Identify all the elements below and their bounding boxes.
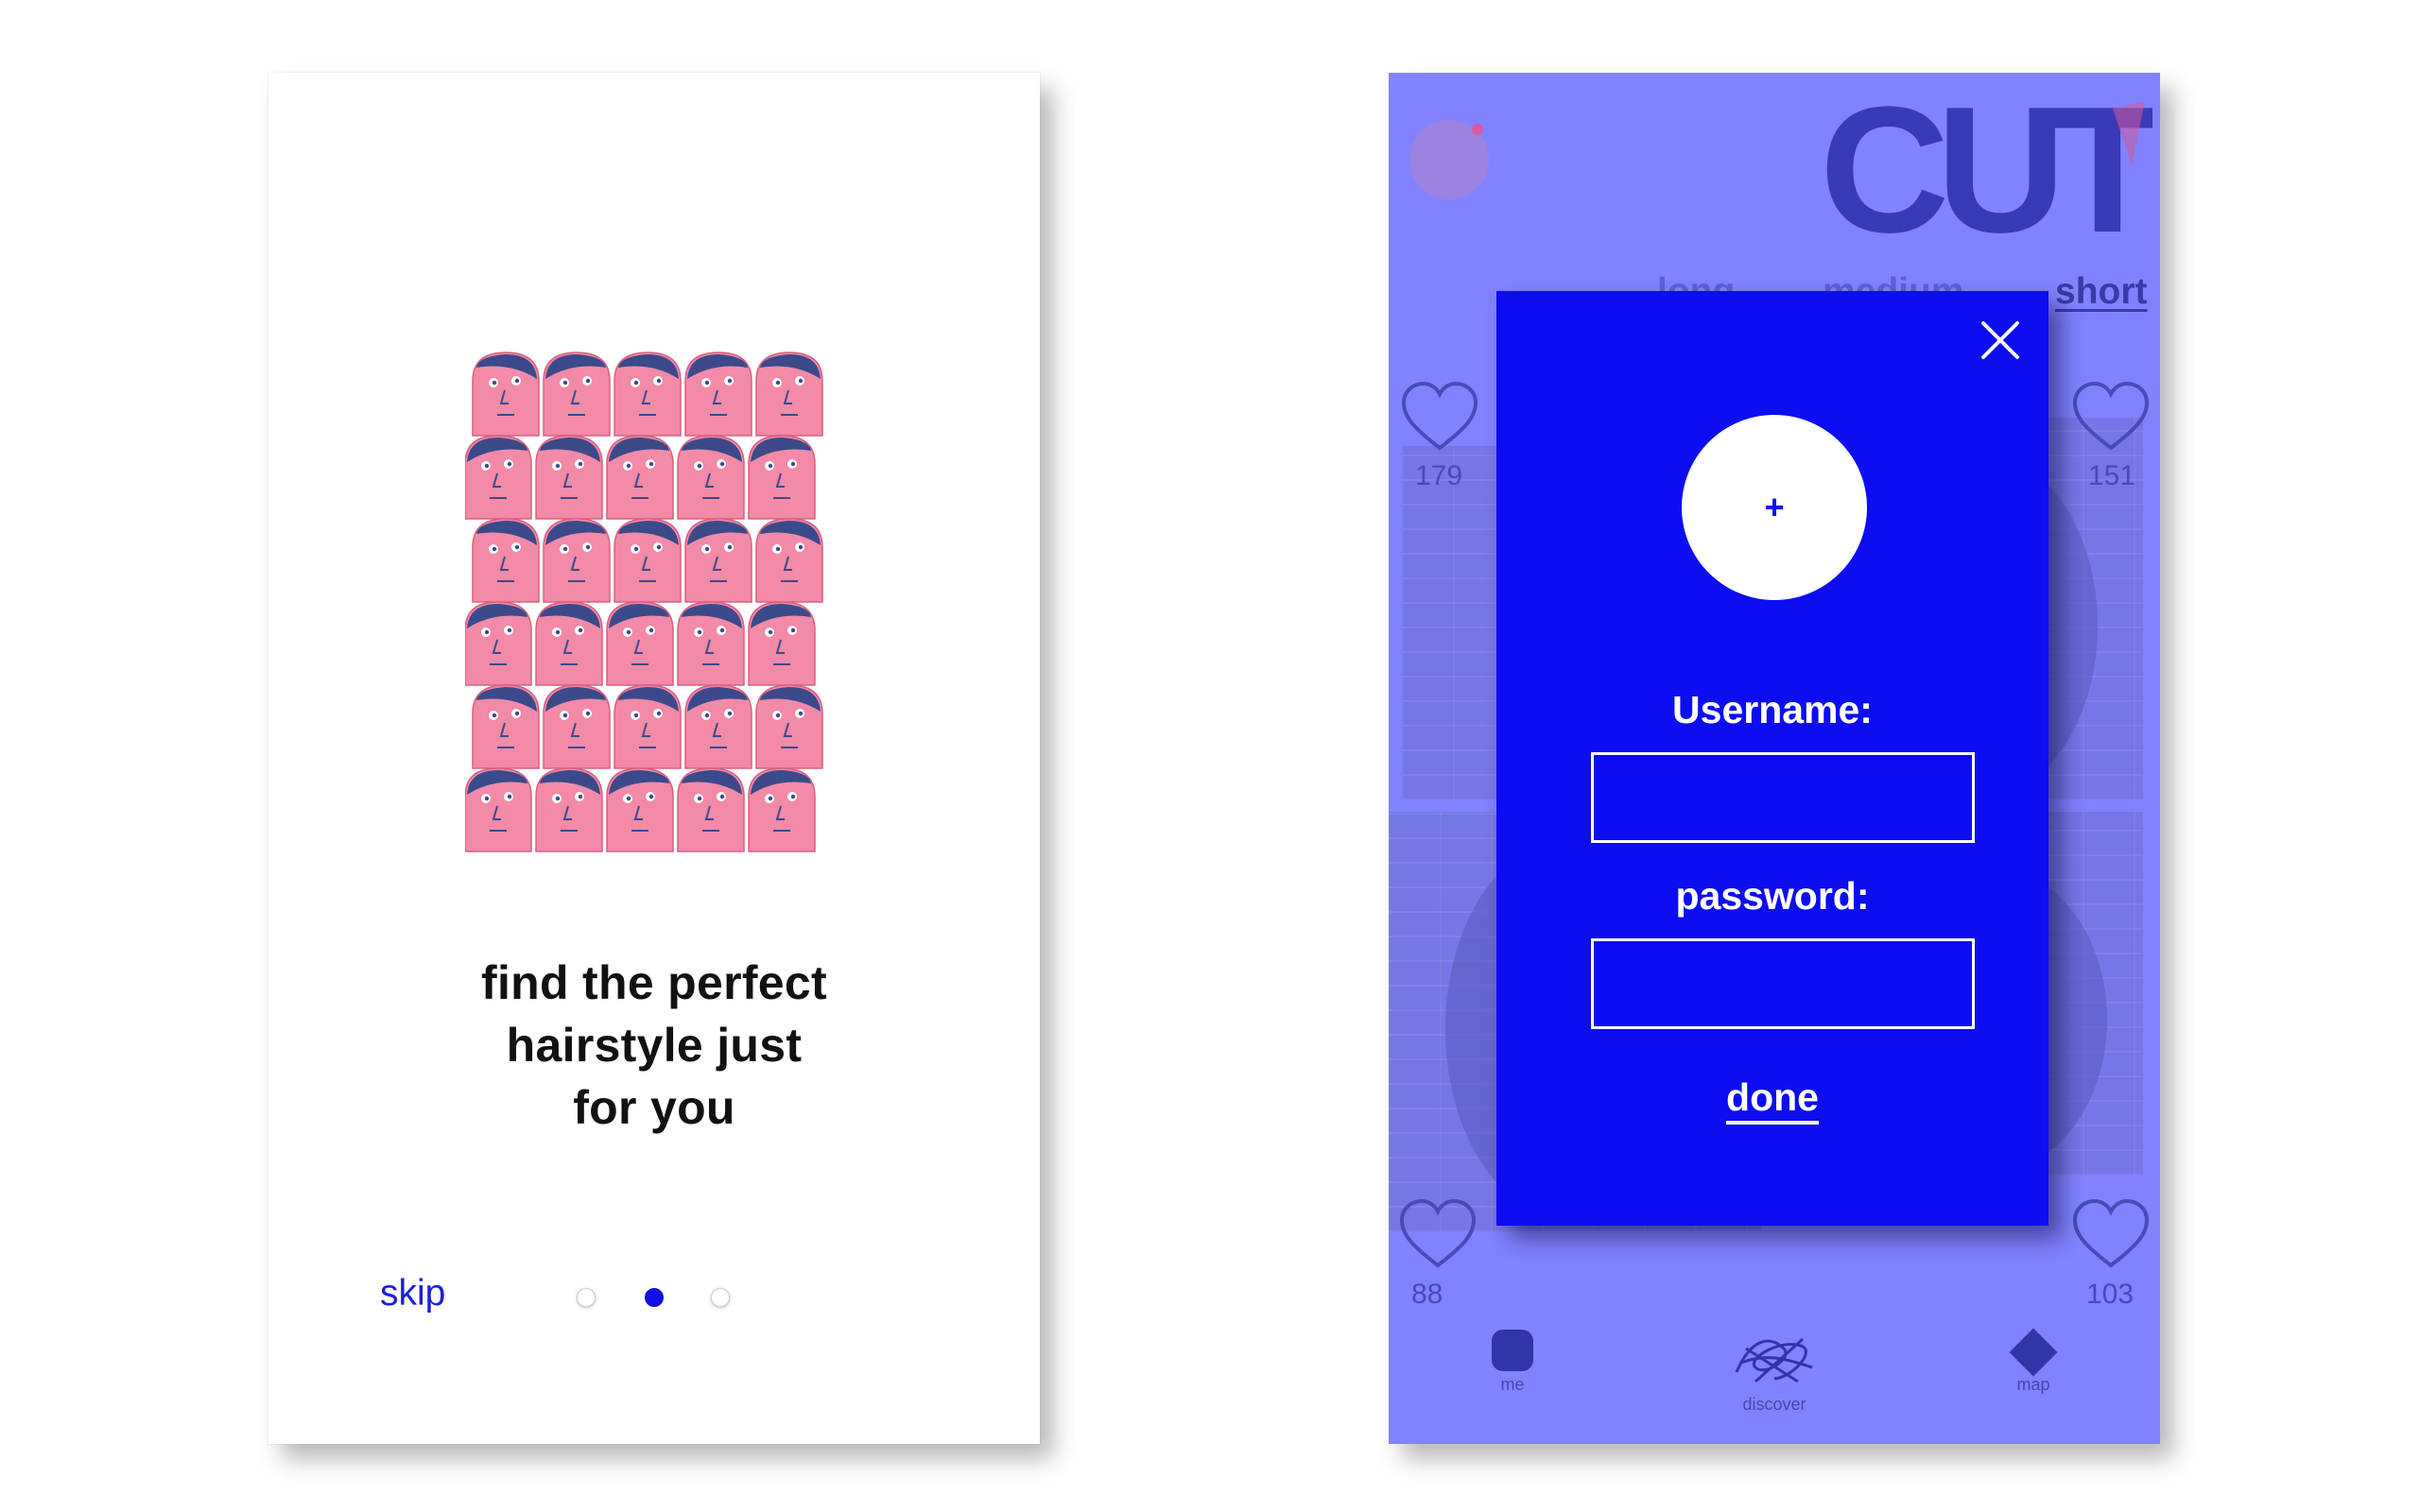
nav-discover[interactable]: discover [1727, 1330, 1822, 1415]
face-illustration [684, 518, 752, 603]
nav-me-label: me [1500, 1375, 1525, 1394]
face-illustration [755, 518, 823, 603]
heart-icon[interactable] [2071, 380, 2151, 452]
password-label: password: [1675, 874, 1870, 918]
face-illustration [684, 684, 752, 769]
nav-discover-label: discover [1742, 1395, 1806, 1414]
page-dot-2-active[interactable] [645, 1288, 664, 1307]
profile-icon [1492, 1330, 1533, 1371]
tab-short[interactable]: short [2055, 271, 2148, 313]
bottom-nav: me discover map [1389, 1328, 2160, 1444]
face-illustration [465, 601, 532, 686]
done-label: done [1726, 1075, 1819, 1125]
face-illustration [684, 352, 752, 437]
onboarding-screen: find the perfect hairstyle just for you … [268, 73, 1040, 1444]
password-input[interactable] [1591, 938, 1975, 1029]
face-illustration [748, 767, 816, 852]
nav-me[interactable]: me [1479, 1330, 1546, 1395]
face-illustration [606, 435, 674, 520]
done-button[interactable]: done [1496, 1075, 2048, 1125]
face-illustration [535, 767, 603, 852]
face-illustration [606, 601, 674, 686]
like-count: 151 [2088, 460, 2136, 491]
like-count: 179 [1415, 460, 1463, 491]
cut-logo: CUT [1812, 80, 2152, 269]
scribble-icon [1735, 1337, 1813, 1383]
face-illustration [472, 518, 540, 603]
face-illustration [543, 684, 611, 769]
face-illustration [472, 684, 540, 769]
face-illustration [472, 352, 540, 437]
diamond-icon [2009, 1328, 2058, 1377]
face-illustration [614, 352, 682, 437]
signup-modal: + Username: password: done [1496, 291, 2048, 1226]
face-illustration [748, 435, 816, 520]
face-illustration [614, 518, 682, 603]
feed-screen: CUT long medium short 179 151 88 103 [1389, 73, 2160, 1444]
face-illustration [606, 767, 674, 852]
face-illustration [543, 518, 611, 603]
plus-icon: + [1764, 488, 1785, 526]
heart-icon[interactable] [1398, 1197, 1478, 1269]
face-illustration [748, 601, 816, 686]
logo-text: CUT [1820, 80, 2152, 269]
heart-icon[interactable] [1400, 380, 1479, 452]
page-dot-3[interactable] [711, 1288, 730, 1307]
onboarding-tagline: find the perfect hairstyle just for you [481, 956, 827, 1134]
face-illustration [535, 601, 603, 686]
heart-icon[interactable] [2071, 1197, 2151, 1269]
face-illustration [755, 684, 823, 769]
face-illustration [677, 435, 745, 520]
face-illustration [677, 601, 745, 686]
nav-map[interactable]: map [2000, 1328, 2066, 1395]
username-label: Username: [1672, 688, 1873, 731]
username-input[interactable] [1591, 752, 1975, 843]
close-icon[interactable] [1978, 318, 2023, 363]
nav-map-label: map [2016, 1375, 2050, 1394]
face-illustration [535, 435, 603, 520]
notification-dot [1472, 124, 1483, 135]
face-illustration [614, 684, 682, 769]
add-photo-button[interactable]: + [1682, 415, 1867, 600]
skip-link[interactable]: skip [380, 1273, 445, 1314]
crowd-of-faces-illustration [465, 347, 836, 867]
page-dot-1[interactable] [577, 1288, 596, 1307]
face-illustration [465, 767, 532, 852]
face-illustration [677, 767, 745, 852]
face-illustration [465, 435, 532, 520]
like-count: 103 [2086, 1279, 2135, 1310]
like-count: 88 [1411, 1279, 1443, 1310]
face-illustration [755, 352, 823, 437]
face-illustration [543, 352, 611, 437]
